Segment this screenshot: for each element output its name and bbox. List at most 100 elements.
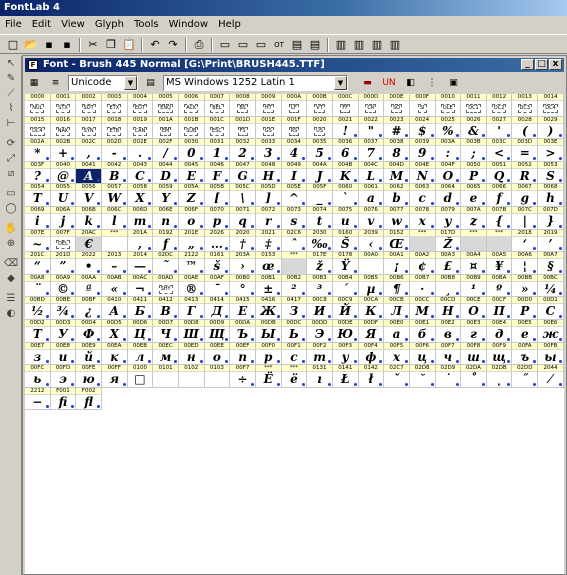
glyph-cell[interactable]: 0058 X bbox=[127, 184, 154, 207]
save-all-icon[interactable]: ▪ bbox=[59, 38, 75, 52]
glyph-cell[interactable]: 0192 f bbox=[153, 229, 179, 253]
glyph-cell[interactable]: 0012 DC2 bbox=[486, 94, 513, 117]
codepage-select[interactable]: MS Windows 1252 Latin 1 ▼ bbox=[163, 75, 348, 91]
glyph-cell[interactable]: 00AB « bbox=[101, 274, 128, 298]
glyph-cell[interactable]: 001F RS bbox=[281, 116, 308, 140]
glyph-cell[interactable]: 00E1 б bbox=[409, 319, 436, 343]
glyph-cell[interactable]: 0034 4 bbox=[281, 139, 308, 162]
preview-icon[interactable]: ▥ bbox=[369, 38, 385, 52]
undo-icon[interactable]: ↶ bbox=[147, 38, 163, 52]
measure-icon[interactable]: ⊢ bbox=[2, 117, 20, 131]
glyph-cell[interactable]: 00EC м bbox=[153, 342, 179, 366]
glyph-cell[interactable]: 0066 f bbox=[486, 184, 513, 207]
glyph-cell[interactable]: 001C ESC bbox=[204, 116, 231, 140]
glyph-cell[interactable]: 004D M bbox=[384, 161, 410, 185]
glyph-cell[interactable]: 005F _ bbox=[307, 184, 333, 207]
glyph-cell[interactable]: 201E „ bbox=[178, 229, 205, 253]
glyph-cell[interactable]: 003A: bbox=[435, 139, 462, 162]
glyph-cell[interactable]: 00A7 § bbox=[538, 252, 564, 275]
glyph-cell[interactable]: 0041 A bbox=[76, 161, 102, 185]
glyph-cell[interactable]: 0049 I bbox=[281, 161, 308, 185]
mask-icon[interactable]: ◐ bbox=[2, 307, 20, 321]
glyph-cell[interactable]: 0131 ı bbox=[307, 365, 333, 388]
glyph-cell[interactable]: 0076 v bbox=[358, 206, 385, 230]
glyph-cell[interactable]: 00CA К bbox=[358, 297, 385, 320]
glyph-cell[interactable]: 0411 Б bbox=[127, 297, 154, 320]
glyph-cell[interactable]: 0003 ETX bbox=[101, 94, 128, 117]
glyph-cell[interactable]: 2030 ‰ bbox=[307, 229, 333, 253]
glyph-cell[interactable]: 0036 6 bbox=[332, 139, 359, 162]
glyph-cell[interactable]: 0178 Ÿ bbox=[332, 252, 359, 275]
glyph-cell[interactable]: 0057 W bbox=[101, 184, 128, 207]
ellipse-icon[interactable]: ◯ bbox=[2, 202, 20, 216]
brush-icon[interactable]: ⌇ bbox=[2, 102, 20, 116]
glyph-cell[interactable]: 00F9 щ bbox=[486, 342, 513, 366]
glyph-cell[interactable]: 0028( bbox=[512, 116, 539, 140]
glyph-cell[interactable]: 2014— bbox=[127, 252, 154, 275]
glyph-cell[interactable]: 2018 ‘ bbox=[512, 229, 539, 253]
glyph-cell[interactable]: 0002 SOT bbox=[76, 94, 102, 117]
glyph-cell[interactable]: 00CE О bbox=[461, 297, 487, 320]
glyph-cell[interactable]: 2044 ⁄ bbox=[538, 365, 564, 388]
glyph-cell[interactable]: 0007 BEL bbox=[204, 94, 231, 117]
glyph-cell[interactable]: 0042 B bbox=[101, 161, 128, 185]
glyph-cell[interactable]: 00EB л bbox=[127, 342, 154, 366]
glyph-cell[interactable]: 00B0 ° bbox=[230, 274, 256, 298]
glyph-cell[interactable]: 00E2 в bbox=[435, 319, 462, 343]
glyph-cell[interactable]: 2039 ‹ bbox=[358, 229, 385, 253]
glyph-cell[interactable]: 007B{ bbox=[486, 206, 513, 230]
glyph-cell[interactable]: 00A1 ¡ bbox=[384, 252, 410, 275]
glyph-cell[interactable]: 00BC ¼ bbox=[538, 274, 564, 298]
glyph-cell[interactable]: 0410 А bbox=[101, 297, 128, 320]
glyph-cell[interactable]: 007F DEL bbox=[50, 229, 77, 253]
glyph-cell[interactable]: 00FD э bbox=[50, 365, 77, 388]
glyph-view-icon[interactable]: ◧ bbox=[403, 75, 419, 91]
glyph-cell[interactable]: 0026 & bbox=[461, 116, 487, 140]
metrics-view-icon[interactable]: ▥ bbox=[351, 38, 367, 52]
glyph-cell[interactable]: 00A9 © bbox=[50, 274, 77, 298]
glyph-cell[interactable]: 00FF я bbox=[101, 365, 128, 388]
glyph-cell[interactable]: 006B k bbox=[76, 206, 102, 230]
glyph-cell[interactable]: 0021! bbox=[332, 116, 359, 140]
glyph-cell[interactable]: 0046 F bbox=[204, 161, 231, 185]
glyph-cell[interactable]: 000D CR bbox=[358, 94, 385, 117]
font-info-icon[interactable]: ▦ bbox=[26, 75, 42, 91]
glyph-cell[interactable]: 0010 DLE bbox=[435, 94, 462, 117]
glyph-cell[interactable]: 0071 q bbox=[230, 206, 256, 230]
glyph-cell[interactable]: 0101 bbox=[153, 365, 179, 388]
glyph-cell[interactable]: *** bbox=[461, 229, 487, 253]
glyph-cell[interactable]: 0160 Š bbox=[332, 229, 359, 253]
glyph-cell[interactable]: 00A3 £ bbox=[435, 252, 462, 275]
redo-icon[interactable]: ↷ bbox=[165, 38, 181, 52]
skew-icon[interactable]: ⧄ bbox=[2, 167, 20, 181]
glyph-cell[interactable]: 0050 P bbox=[461, 161, 487, 185]
glyph-cell[interactable]: 00DC Ь bbox=[281, 319, 308, 343]
glyph-cell[interactable]: *** bbox=[486, 229, 513, 253]
glyph-cell[interactable]: 201C “ bbox=[25, 252, 51, 275]
glyph-cell[interactable]: 2212− bbox=[25, 387, 51, 411]
glyph-cell[interactable]: 0018 ETB bbox=[101, 116, 128, 140]
glyph-cell[interactable]: 00A5 ¥ bbox=[486, 252, 513, 275]
glyph-cell[interactable]: 005C \ bbox=[230, 184, 256, 207]
glyph-cell[interactable]: 00F5 х bbox=[384, 342, 410, 366]
glyph-cell[interactable]: 000E SO bbox=[384, 94, 410, 117]
glyph-cell[interactable]: 00DD Э bbox=[307, 319, 333, 343]
menu-view[interactable]: View bbox=[56, 16, 90, 34]
glyph-cell[interactable]: 2122 ™ bbox=[178, 252, 205, 275]
glyph-cell[interactable]: 004F O bbox=[435, 161, 462, 185]
glyph-cell[interactable]: 00B7 · bbox=[409, 274, 436, 298]
kerning-icon[interactable]: ▭ bbox=[235, 38, 251, 52]
settings-icon[interactable]: ▥ bbox=[387, 38, 403, 52]
glyph-cell[interactable]: 0073 s bbox=[281, 206, 308, 230]
glyph-cell[interactable]: 0142 ł bbox=[358, 365, 385, 388]
glyph-cell[interactable]: 0035 5 bbox=[307, 139, 333, 162]
glyph-cell[interactable]: 004C L bbox=[358, 161, 385, 185]
glyph-cell[interactable]: 0033 3 bbox=[255, 139, 282, 162]
sort-icon[interactable]: ≡ bbox=[48, 75, 64, 91]
glyph-cell[interactable]: 0413 Г bbox=[178, 297, 205, 320]
glyph-cell[interactable]: 00D4 Ф bbox=[76, 319, 102, 343]
glyph-cell[interactable]: 00D8 Ш bbox=[178, 319, 205, 343]
glyph-cell[interactable]: 017E ž bbox=[307, 252, 333, 275]
glyph-cell[interactable]: 005B[ bbox=[204, 184, 231, 207]
glyph-cell[interactable]: 0079 y bbox=[435, 206, 462, 230]
